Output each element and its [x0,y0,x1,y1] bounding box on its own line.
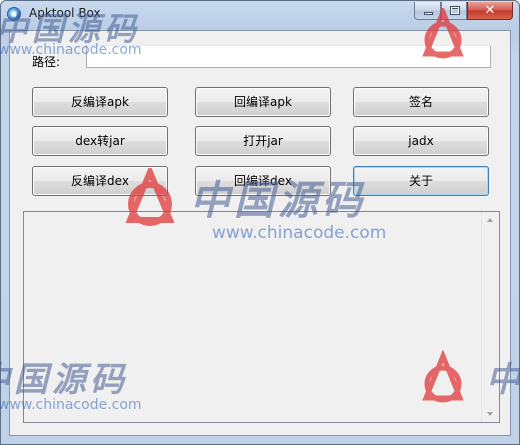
open-jar-button[interactable]: 打开jar [195,126,331,156]
log-textbox[interactable] [23,211,500,423]
client-area: 路径: 反编译apk 回编译apk 签名 dex转jar 打开jar jadx … [9,30,511,436]
title-bar[interactable]: Apktool Box ✕ [1,1,519,29]
minimize-button[interactable] [414,2,441,20]
sign-button[interactable]: 签名 [353,87,489,117]
close-icon: ✕ [484,3,496,18]
scroll-down-arrow-icon[interactable] [487,412,493,416]
maximize-icon [450,6,460,15]
decompile-apk-button[interactable]: 反编译apk [32,87,168,117]
path-input[interactable] [86,45,491,68]
path-label: 路径: [32,55,61,69]
about-button[interactable]: 关于 [353,166,489,196]
maximize-button[interactable] [441,2,467,20]
recompile-dex-button[interactable]: 回编译dex [195,166,331,196]
app-icon [7,7,21,21]
jadx-button[interactable]: jadx [353,126,489,156]
scroll-up-arrow-icon[interactable] [487,218,493,222]
app-window: Apktool Box ✕ 路径: 反编译apk 回编译apk 签名 dex转j… [0,0,520,445]
log-scrollbar[interactable] [481,212,499,422]
recompile-apk-button[interactable]: 回编译apk [195,87,331,117]
decompile-dex-button[interactable]: 反编译dex [32,166,168,196]
close-button[interactable]: ✕ [467,2,513,20]
window-title: Apktool Box [29,6,101,20]
dex-to-jar-button[interactable]: dex转jar [32,126,168,156]
minimize-icon [424,12,433,15]
